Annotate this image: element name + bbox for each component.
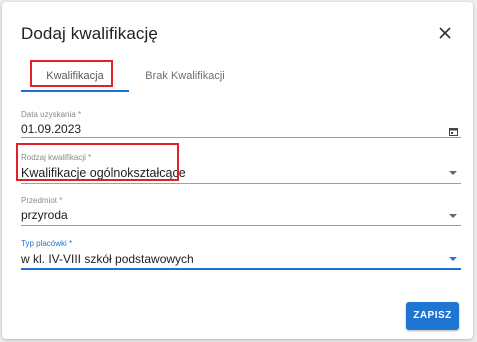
subject-underline bbox=[21, 225, 461, 226]
tab-kwalifikacja[interactable]: Kwalifikacja bbox=[21, 62, 129, 92]
dialog-title: Dodaj kwalifikację bbox=[21, 24, 158, 43]
subject-label-text: Przedmiot bbox=[21, 196, 58, 205]
qualification-type-value: Kwalifikacje ogólnokształcące bbox=[21, 166, 186, 180]
qualification-type-label: Rodzaj kwalifikacji * bbox=[21, 153, 91, 162]
subject-select[interactable]: Przedmiot * przyroda bbox=[21, 196, 461, 226]
subject-label: Przedmiot * bbox=[21, 196, 62, 205]
date-label: Data uzyskania * bbox=[21, 110, 81, 119]
date-required-mark: * bbox=[77, 110, 82, 119]
tab-brak-kwalifikacji[interactable]: Brak Kwalifikacji bbox=[129, 62, 241, 92]
tabs: Kwalifikacja Brak Kwalifikacji bbox=[21, 62, 461, 92]
active-tab-indicator bbox=[21, 90, 129, 92]
subject-value: przyroda bbox=[21, 208, 68, 222]
qualification-type-underline bbox=[21, 183, 461, 184]
calendar-icon[interactable] bbox=[449, 123, 458, 136]
date-value: 01.09.2023 bbox=[21, 122, 82, 136]
school-type-underline bbox=[21, 268, 461, 270]
qualification-type-select[interactable]: Rodzaj kwalifikacji * Kwalifikacje ogóln… bbox=[21, 153, 461, 184]
chevron-down-icon[interactable] bbox=[449, 214, 457, 218]
subject-required-mark: * bbox=[59, 196, 63, 205]
chevron-down-icon[interactable] bbox=[449, 171, 457, 175]
close-icon[interactable] bbox=[435, 23, 455, 43]
chevron-down-icon[interactable] bbox=[449, 257, 457, 261]
school-type-value: w kl. IV-VIII szkół podstawowych bbox=[21, 252, 194, 266]
school-type-label: Typ placówki * bbox=[21, 239, 72, 248]
qualification-type-label-text: Rodzaj kwalifikacji bbox=[21, 153, 86, 162]
school-type-required-mark: * bbox=[69, 239, 73, 248]
add-qualification-dialog: Dodaj kwalifikację Kwalifikacja Brak Kwa… bbox=[2, 2, 473, 339]
date-underline bbox=[21, 137, 461, 138]
date-field[interactable]: Data uzyskania * 01.09.2023 bbox=[21, 110, 461, 138]
school-type-label-text: Typ placówki bbox=[21, 239, 67, 248]
qualification-type-required-mark: * bbox=[88, 153, 92, 162]
school-type-select[interactable]: Typ placówki * w kl. IV-VIII szkół podst… bbox=[21, 239, 461, 270]
date-label-text: Data uzyskania bbox=[21, 110, 76, 119]
save-button[interactable]: ZAPISZ bbox=[406, 302, 459, 330]
